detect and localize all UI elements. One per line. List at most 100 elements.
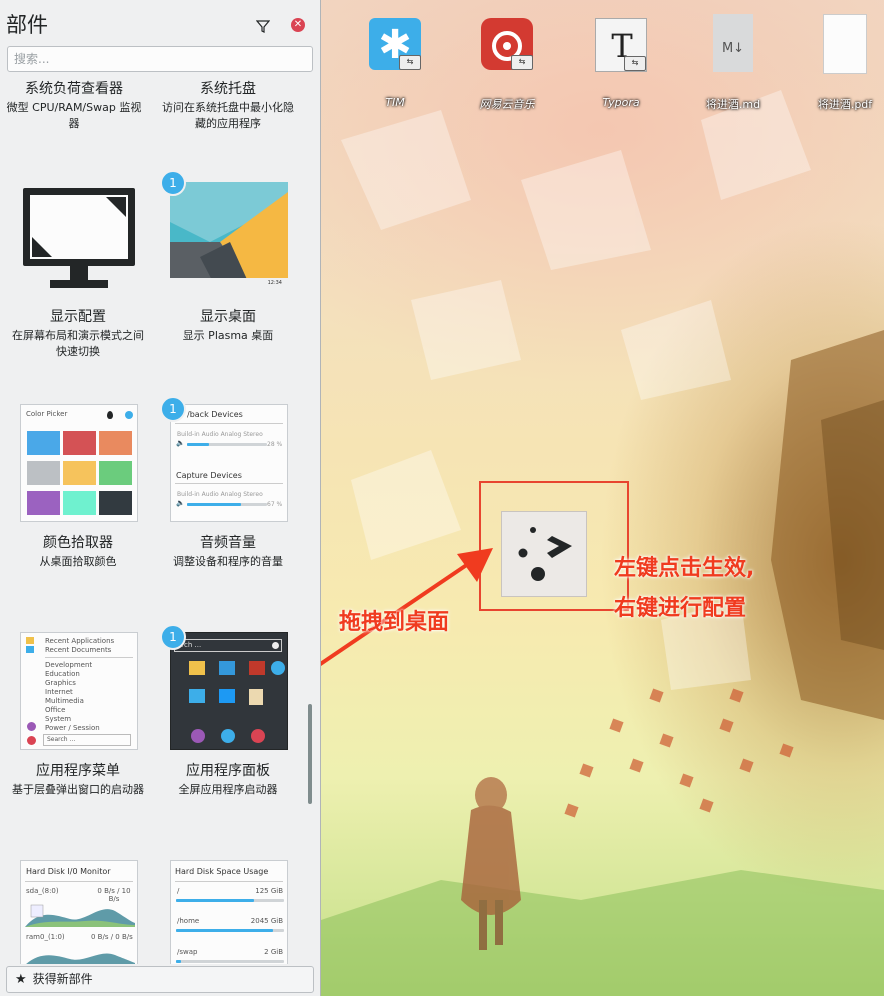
color-swatch: [63, 431, 96, 455]
menu-item: Power / Session: [45, 724, 100, 732]
app-icon: [219, 689, 235, 703]
capture-title: Capture Devices: [176, 471, 242, 480]
widget-audio-volume[interactable]: /back Devices Build-in Audio Analog Ster…: [154, 396, 302, 598]
color-swatch: [27, 491, 60, 515]
desktop-icon-netease-music[interactable]: ⇆ 网易云音乐: [457, 14, 557, 114]
widget-application-dashboard[interactable]: arch ... 1 应用程序面板 全屏应用程序启动器: [154, 624, 302, 826]
color-swatch: [63, 491, 96, 515]
recent-apps-icon: [26, 637, 34, 644]
device-label: Build-in Audio Analog Stereo: [177, 491, 263, 498]
markdown-file-icon: M↓: [713, 14, 753, 72]
color-swatch: [99, 491, 132, 515]
widget-description: 全屏应用程序启动器: [178, 783, 278, 796]
link-overlay-icon: ⇆: [399, 55, 421, 70]
playback-volume-track[interactable]: [187, 443, 267, 446]
get-new-widgets-button[interactable]: ★ 获得新部件: [6, 966, 314, 993]
widget-application-menu[interactable]: Recent Applications Recent Documents Dev…: [4, 626, 152, 826]
desktop-area[interactable]: ✱ ⇆ TIM ⇆ 网易云音乐 T ⇆ Typora M↓ 将进酒.md 将进酒…: [321, 0, 884, 996]
desktop-icon-label: Typora: [602, 96, 640, 109]
color-picker-title: Color Picker: [26, 410, 68, 418]
widget-display-config[interactable]: 显示配置 在屏幕布局和演示模式之间快速切换: [4, 176, 152, 376]
menu-item: Internet: [45, 688, 73, 696]
lock-icon: [191, 729, 205, 743]
search-input[interactable]: [7, 46, 313, 72]
widget-description: 访问在系统托盘中最小化隐藏的应用程序: [162, 101, 294, 130]
filter-icon[interactable]: [256, 19, 270, 33]
capture-volume-fill: [187, 503, 241, 506]
menu-item: Graphics: [45, 679, 76, 687]
color-swatch: [63, 461, 96, 485]
link-overlay-icon: ⇆: [624, 56, 646, 71]
widget-system-load-viewer[interactable]: 系统负荷查看器 微型 CPU/RAM/Swap 监视器: [0, 76, 148, 146]
widget-description: 从桌面拾取颜色: [39, 555, 117, 568]
clear-icon: [272, 642, 279, 649]
hdd-device: sda_(8:0): [26, 887, 59, 895]
widget-show-desktop[interactable]: 12:34 1 显示桌面 显示 Plasma 桌面: [154, 170, 302, 376]
widget-description: 显示 Plasma 桌面: [182, 329, 274, 342]
widget-description: 基于层叠弹出窗口的启动器: [12, 783, 144, 796]
installed-count-badge: 1: [160, 170, 186, 196]
disk-size: 2045 GiB: [250, 917, 283, 925]
installed-count-badge: 1: [160, 396, 186, 422]
widget-description: 调整设备和程序的音量: [173, 555, 283, 568]
widget-hard-disk-space-usage[interactable]: Hard Disk Space Usage / 125 GiB /home 20…: [154, 854, 302, 964]
desktop-icon-pdf-file[interactable]: 将进酒.pdf: [795, 14, 884, 114]
widget-name: 系统负荷查看器: [25, 81, 123, 97]
divider: [45, 657, 133, 658]
divider: [175, 483, 283, 484]
click-annotation-line1: 左键点击生效,: [614, 556, 755, 581]
pdf-file-icon: [823, 14, 867, 74]
divider: [175, 881, 283, 882]
clock-label: 12:34: [268, 280, 282, 286]
disk-size: 125 GiB: [255, 887, 283, 895]
drag-annotation: 拖拽到桌面: [339, 610, 450, 635]
tim-icon: ✱ ⇆: [369, 18, 421, 70]
hdd-space-title: Hard Disk Space Usage: [175, 867, 269, 876]
menu-item: Recent Applications: [45, 637, 115, 645]
disk-size: 2 GiB: [264, 948, 283, 956]
close-icon[interactable]: ✕: [291, 18, 305, 32]
gear-icon: [271, 661, 285, 675]
widget-hard-disk-io-monitor[interactable]: Hard Disk I/0 Monitor sda_(8:0) 0 B/s / …: [4, 854, 152, 964]
audio-volume-preview: /back Devices Build-in Audio Analog Ster…: [170, 404, 288, 522]
widget-system-tray[interactable]: 系统托盘 访问在系统托盘中最小化隐藏的应用程序: [154, 76, 302, 146]
app-icon: [189, 661, 205, 675]
dashboard-search-box: arch ...: [174, 639, 282, 652]
logout-icon: [221, 729, 235, 743]
widget-name: 应用程序菜单: [36, 763, 120, 779]
hdd-device: ram0_(1:0): [26, 933, 65, 941]
widget-name: 颜色拾取器: [43, 535, 113, 551]
mount-point: /: [177, 887, 180, 895]
usage-track: [176, 899, 284, 902]
menu-item: System: [45, 715, 72, 723]
click-annotation-line2: 右键进行配置: [614, 596, 747, 621]
playback-title: /back Devices: [187, 410, 243, 419]
desktop-preview-icon: 12:34: [170, 182, 288, 286]
selected-color-dot: [125, 411, 133, 419]
widget-color-picker[interactable]: Color Picker 颜色拾取器 从桌面拾取颜色: [4, 398, 152, 598]
svg-text:M↓: M↓: [722, 41, 744, 56]
divider: [175, 423, 283, 424]
hdd-io-preview: Hard Disk I/0 Monitor sda_(8:0) 0 B/s / …: [20, 860, 138, 964]
capture-volume-track[interactable]: [187, 503, 267, 506]
mount-point: /swap: [177, 948, 198, 956]
typora-icon: T ⇆: [595, 18, 647, 72]
usage-fill: [176, 929, 274, 932]
hdd-io-title: Hard Disk I/0 Monitor: [26, 867, 111, 876]
divider: [25, 881, 133, 882]
mic-icon: 🔈: [176, 499, 185, 507]
mount-point: /home: [177, 917, 200, 925]
link-overlay-icon: ⇆: [511, 55, 533, 70]
monitor-icon: [23, 188, 135, 288]
widget-name: 音频音量: [200, 535, 256, 551]
desktop-icon-typora[interactable]: T ⇆ Typora: [571, 14, 671, 114]
color-swatch: [99, 461, 132, 485]
widget-description: 在屏幕布局和演示模式之间快速切换: [12, 329, 144, 358]
desktop-icon-markdown-file[interactable]: M↓ 将进酒.md: [683, 14, 783, 114]
widget-description: 微型 CPU/RAM/Swap 监视器: [6, 101, 142, 130]
dropper-icon: [107, 411, 113, 419]
scrollbar-handle[interactable]: [308, 704, 312, 804]
widget-name: 系统托盘: [200, 81, 256, 97]
usage-fill: [176, 960, 182, 963]
desktop-icon-tim[interactable]: ✱ ⇆ TIM: [345, 14, 445, 114]
